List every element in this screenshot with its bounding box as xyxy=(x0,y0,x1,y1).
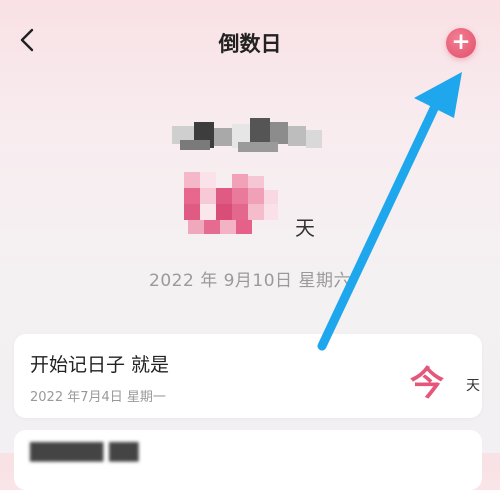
event-title: 开始记日子 就是 xyxy=(30,354,170,376)
event-card[interactable]: 开始记日子 就是 2022 年7月4日 星期一 今 天 xyxy=(14,334,482,418)
add-countdown-button[interactable]: + xyxy=(446,28,476,58)
featured-event-title-obscured xyxy=(168,118,326,154)
event-count-value: 今 xyxy=(410,364,444,404)
page-title: 倒数日 xyxy=(218,32,282,56)
plus-icon: + xyxy=(451,29,471,55)
top-navigation-bar: 倒数日 + xyxy=(0,0,500,80)
event-card-partial[interactable]: ▇▇▇▇▇ ▇▇ xyxy=(14,430,482,490)
event-date: 2022 年7月4日 星期一 xyxy=(30,390,166,405)
event-title-obscured: ▇▇▇▇▇ ▇▇ xyxy=(30,440,139,462)
featured-day-unit: 天 xyxy=(295,216,315,240)
featured-target-date: 2022 年 9月10日 星期六 xyxy=(149,271,351,291)
event-count-unit: 天 xyxy=(466,378,480,394)
featured-day-count-obscured xyxy=(184,172,280,236)
